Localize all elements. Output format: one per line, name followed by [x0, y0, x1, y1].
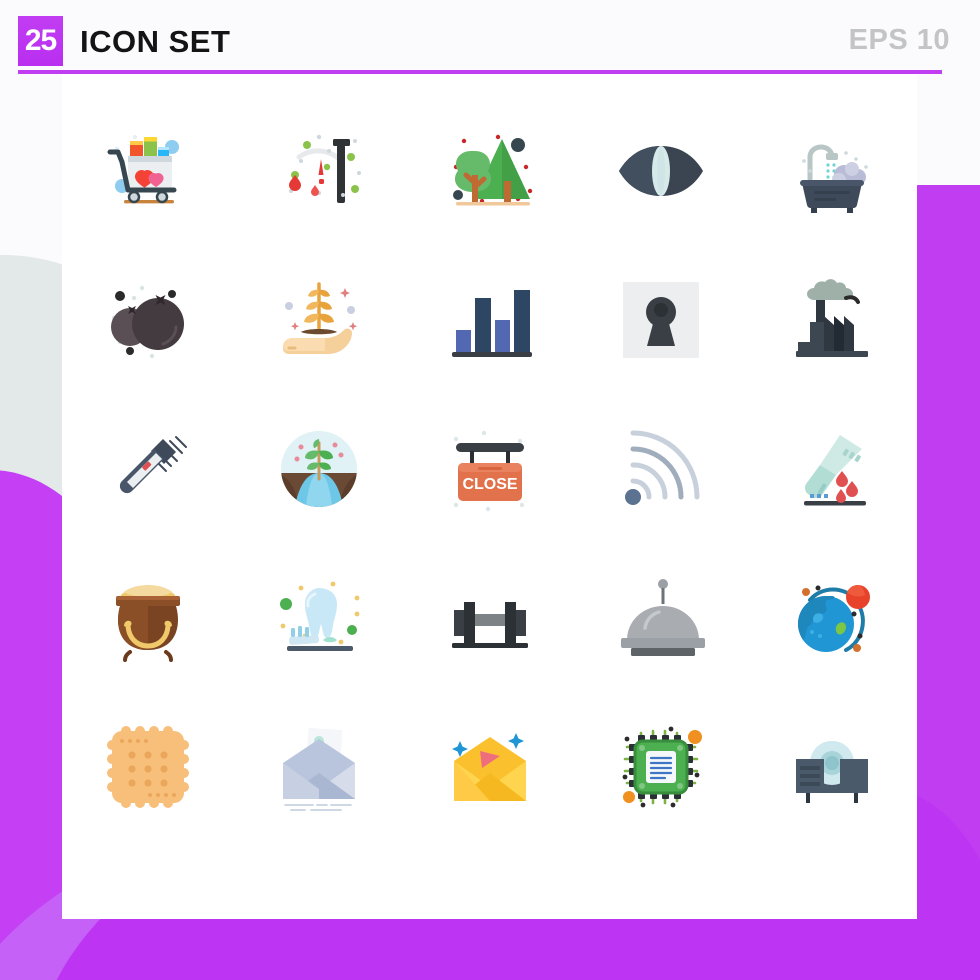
microchip-icon	[622, 726, 702, 807]
hand-wheat-plant-icon	[282, 281, 357, 354]
flask-blood-drops-icon	[803, 434, 866, 505]
page-title: ICON SET	[80, 24, 231, 59]
header-divider	[18, 70, 942, 74]
shopping-cart-gifts-icon	[107, 134, 179, 203]
icon-cell-forest-trees[interactable]	[404, 96, 575, 245]
bat-blood-icon	[288, 134, 361, 203]
icon-cell-close-sign[interactable]: CLOSE	[404, 394, 575, 543]
soil-plant-circle-icon	[280, 430, 357, 507]
icon-cell-projector[interactable]	[746, 692, 917, 841]
icon-cell-soil-plant-circle[interactable]	[233, 394, 404, 543]
close-sign-text: CLOSE	[462, 476, 517, 493]
forest-trees-icon	[452, 134, 532, 205]
icon-panel: CLOSE	[62, 74, 917, 919]
icon-cell-keyhole[interactable]	[575, 245, 746, 394]
open-envelope-letter-icon	[282, 727, 355, 811]
factory-pollution-icon	[795, 278, 868, 357]
icon-cell-bat-blood[interactable]	[233, 96, 404, 245]
icon-cell-open-envelope-letter[interactable]	[233, 692, 404, 841]
icon-cell-wifi-signal[interactable]	[575, 394, 746, 543]
icon-cell-factory-pollution[interactable]	[746, 245, 917, 394]
wifi-signal-icon	[624, 430, 699, 505]
icon-cell-tooth-toothbrush[interactable]	[233, 543, 404, 692]
icon-cell-planet-earth-orbit[interactable]	[746, 543, 917, 692]
bar-chart-icon	[451, 289, 532, 357]
dumbbell-icon	[451, 601, 528, 648]
icon-cell-service-bell[interactable]	[575, 543, 746, 692]
service-bell-icon	[620, 578, 705, 656]
tooth-toothbrush-icon	[279, 581, 359, 651]
icon-cell-bathtub[interactable]	[746, 96, 917, 245]
icon-cell-eye[interactable]	[575, 96, 746, 245]
bathtub-icon	[799, 143, 868, 213]
icon-cell-bar-chart[interactable]	[404, 245, 575, 394]
new-message-envelope-icon	[451, 732, 526, 801]
pot-of-gold-icon	[115, 584, 180, 662]
icon-cell-new-message-envelope[interactable]	[404, 692, 575, 841]
biscuit-cracker-icon	[106, 725, 189, 808]
keyhole-icon	[622, 281, 699, 358]
poster-header: 25 ICON SET EPS 10	[0, 0, 980, 74]
icon-cell-shopping-cart-gifts[interactable]	[62, 96, 233, 245]
icon-cell-hand-wheat-plant[interactable]	[233, 245, 404, 394]
icon-cell-microchip[interactable]	[575, 692, 746, 841]
icon-cell-flask-blood-drops[interactable]	[746, 394, 917, 543]
icon-cell-blueberries[interactable]	[62, 245, 233, 394]
icon-cell-dumbbell[interactable]	[404, 543, 575, 692]
icon-cell-flashlight[interactable]	[62, 394, 233, 543]
icon-count-badge: 25	[18, 16, 63, 66]
icon-cell-pot-of-gold[interactable]	[62, 543, 233, 692]
flashlight-icon	[119, 435, 187, 493]
format-label: EPS 10	[848, 24, 950, 56]
eye-icon	[618, 145, 703, 196]
blueberries-icon	[110, 285, 184, 358]
planet-earth-orbit-icon	[797, 584, 870, 652]
icon-set-poster: 25 ICON SET EPS 10 CLOSE	[0, 0, 980, 980]
icon-cell-biscuit-cracker[interactable]	[62, 692, 233, 841]
icon-grid: CLOSE	[62, 96, 917, 841]
close-sign-icon: CLOSE	[453, 430, 524, 511]
projector-icon	[795, 740, 868, 803]
